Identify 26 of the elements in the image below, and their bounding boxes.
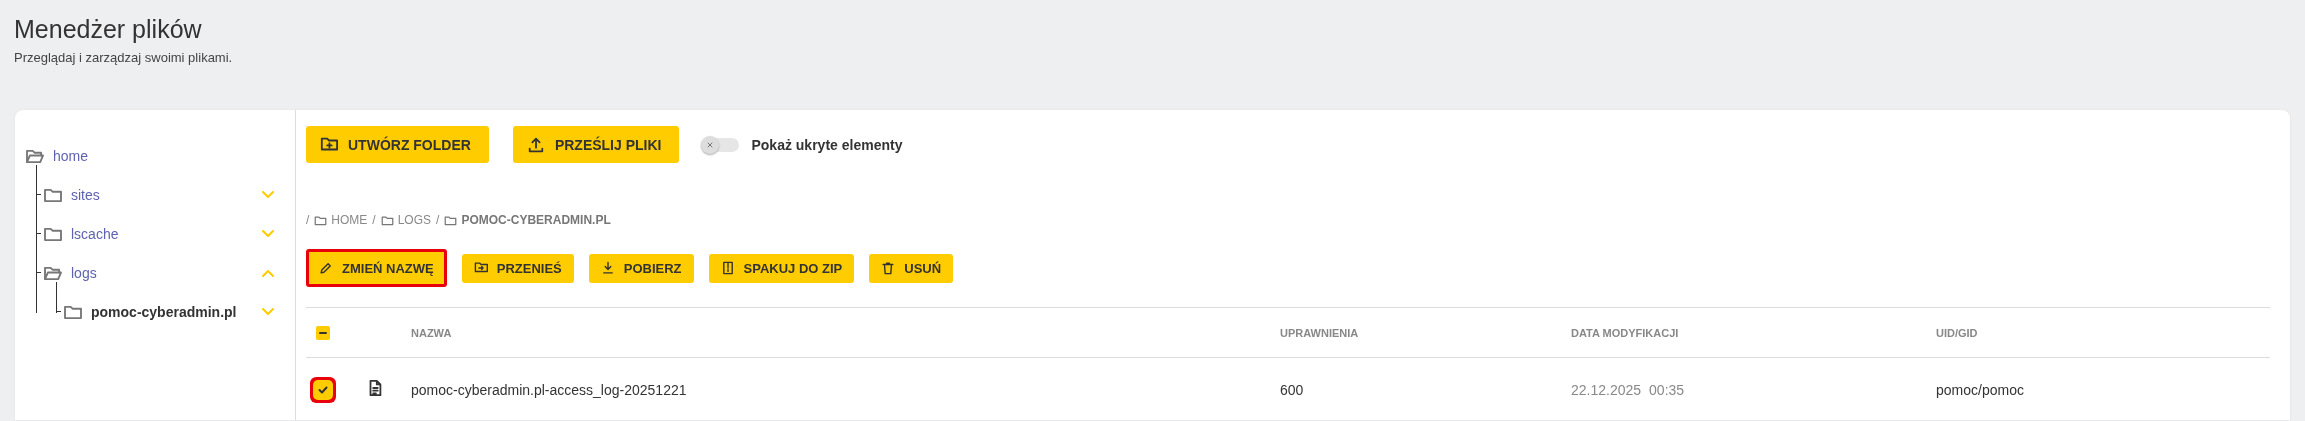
column-header: DATA MODYFIKACJI (1571, 326, 1680, 339)
breadcrumb-link[interactable]: POMOC-CYBERADMIN.PL (444, 213, 611, 227)
breadcrumb-link[interactable]: HOME (314, 213, 368, 227)
breadcrumb-separator: / (436, 213, 440, 227)
tree-item[interactable]: home (15, 136, 295, 175)
zip-button[interactable]: SPAKUJ DO ZIP (708, 253, 855, 283)
rename-button[interactable]: ZMIEŃ NAZWĘ (306, 249, 447, 287)
column-header: UPRAWNIENIA (1280, 326, 1360, 339)
move-button[interactable]: PRZENIEŚ (461, 253, 574, 283)
table-cell: 00:35 (1649, 382, 1685, 398)
column-header: UID/GID (1936, 326, 1979, 339)
delete-button[interactable]: USUŃ (869, 253, 954, 283)
upload-button[interactable]: PRZEŚLIJ PLIKI (512, 126, 680, 163)
table-cell-text: 600 (1280, 382, 1305, 398)
toggle-label: Pokaż ukryte elementy (751, 136, 903, 153)
table-cell-text: pomoc/pomoc (1936, 382, 2025, 398)
download-button[interactable]: POBIERZ (588, 253, 694, 283)
page-title: Menedżer plików (14, 14, 203, 44)
breadcrumb-separator: / (306, 213, 310, 227)
breadcrumb-separator: / (372, 213, 376, 227)
breadcrumb-link[interactable]: LOGS (380, 213, 432, 227)
table-cell: 22.12.2025 (1571, 382, 1642, 398)
page-subtitle: Przeglądaj i zarządzaj swoimi plikami. (14, 50, 234, 65)
create-folder-button[interactable]: UTWÓRZ FOLDER (306, 126, 489, 163)
column-header: NAZWA (411, 326, 453, 339)
file-name[interactable]: pomoc-cyberadmin.pl-access_log-20251221 (411, 382, 1280, 398)
